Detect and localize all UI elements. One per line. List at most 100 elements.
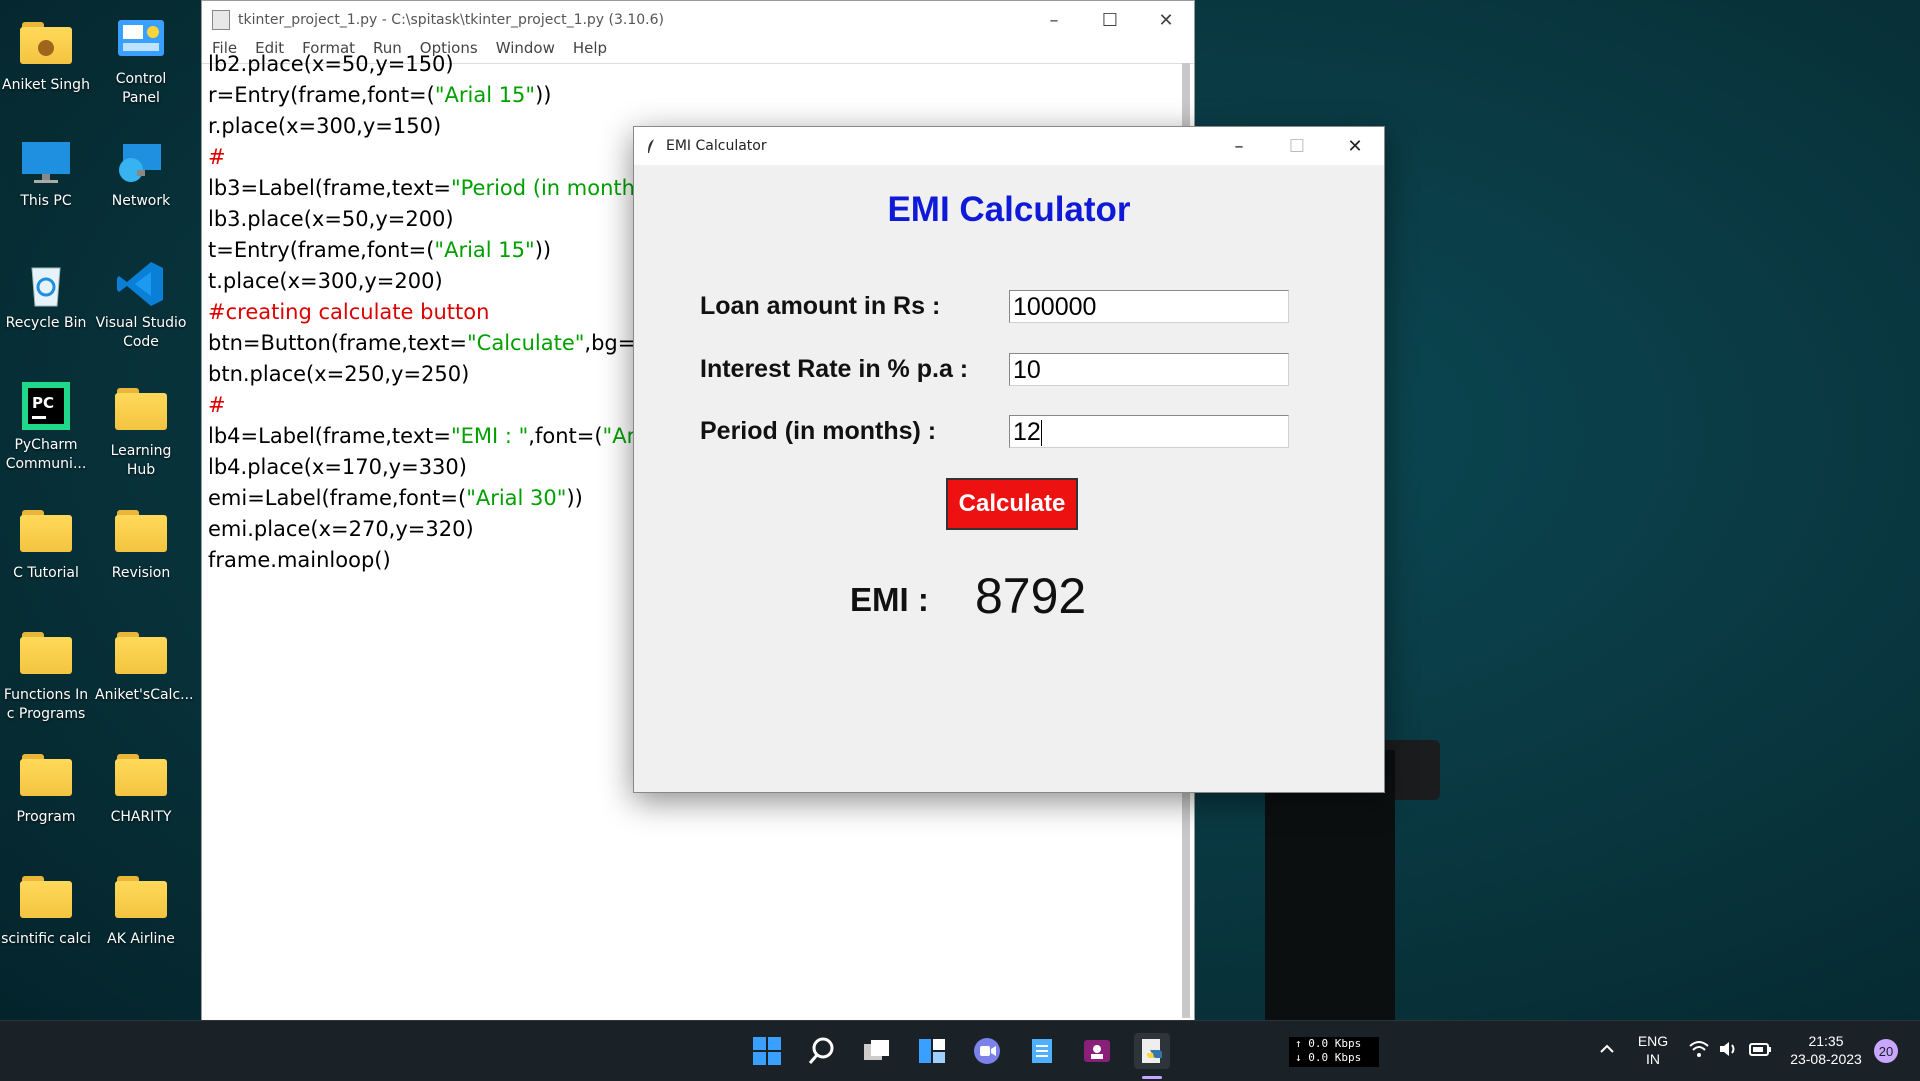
code-line: emi=Label(frame,font=("Arial 30")) (208, 486, 583, 510)
control-panel-icon (115, 16, 167, 64)
code-line: frame.mainloop() (208, 548, 391, 572)
desktop-icon[interactable]: Control Panel (95, 16, 187, 108)
code-line: btn.place(x=250,y=250) (208, 362, 470, 386)
desktop-icon[interactable]: Revision (95, 504, 187, 583)
loan-amount-input[interactable]: 100000 (1009, 290, 1289, 323)
code-line: # (208, 145, 226, 169)
code-line: #creating calculate button (208, 300, 490, 324)
desktop-icon-label: This PC (20, 193, 72, 209)
python-idle-icon[interactable] (1134, 1033, 1170, 1069)
desktop-icon[interactable]: This PC (0, 138, 92, 211)
code-line: lb4.place(x=170,y=330) (208, 455, 467, 479)
desktop-icon[interactable]: Learning Hub (95, 382, 187, 480)
code-line: lb3.place(x=50,y=200) (208, 207, 454, 231)
net-upload: ↑ 0.0 Kbps (1295, 1037, 1362, 1050)
minimize-icon[interactable]: – (1026, 1, 1082, 39)
lang-bottom: IN (1646, 1051, 1660, 1067)
code-line: t=Entry(frame,font=("Arial 15")) (208, 238, 552, 262)
notepad-icon[interactable] (1024, 1033, 1060, 1069)
python-file-icon (212, 10, 230, 30)
desktop-icon[interactable]: PC PyCharm Communi... (0, 382, 92, 474)
close-icon[interactable]: ✕ (1326, 127, 1384, 165)
folder-icon (20, 510, 72, 558)
editor-titlebar[interactable]: tkinter_project_1.py - C:\spitask\tkinte… (202, 1, 1194, 39)
vscode-icon (115, 260, 167, 308)
network-icon (115, 138, 167, 186)
clock[interactable]: 21:35 23-08-2023 (1784, 1032, 1868, 1068)
desktop-icon[interactable]: Functions In c Programs (0, 626, 92, 724)
network-speed-widget: ↑ 0.0 Kbps ↓ 0.0 Kbps (1289, 1037, 1379, 1067)
user-folder-icon (20, 22, 72, 70)
desktop-icon[interactable]: Visual Studio Code (95, 260, 187, 352)
folder-icon (115, 754, 167, 802)
maximize-icon[interactable]: ☐ (1082, 1, 1138, 39)
wifi-icon[interactable] (1688, 1040, 1710, 1062)
code-line: t.place(x=300,y=200) (208, 269, 443, 293)
close-icon[interactable]: ✕ (1138, 1, 1194, 39)
desktop-icon[interactable]: CHARITY (95, 748, 187, 827)
volume-icon[interactable] (1718, 1040, 1740, 1062)
emi-result-label: EMI : (850, 581, 929, 618)
desktop-icon[interactable]: Recycle Bin (0, 260, 92, 333)
folder-icon (20, 632, 72, 680)
notification-badge[interactable]: 20 (1874, 1039, 1898, 1063)
widgets-icon[interactable] (914, 1033, 950, 1069)
code-line: emi.place(x=270,y=320) (208, 517, 474, 541)
desktop-icon-label: Aniket Singh (2, 77, 90, 93)
desktop-icon[interactable]: Program (0, 748, 92, 827)
interest-rate-input[interactable]: 10 (1009, 353, 1289, 386)
chat-icon[interactable] (969, 1033, 1005, 1069)
taskbar (0, 1020, 1920, 1081)
code-line: btn=Button(frame,text="Calculate",bg="R (208, 331, 660, 355)
show-hidden-icons[interactable] (1598, 1040, 1616, 1062)
loan-amount-label: Loan amount in Rs : (700, 292, 941, 320)
code-area[interactable]: lb2.place(x=50,y=150) r=Entry(frame,font=… (208, 49, 660, 576)
search-icon[interactable] (804, 1033, 840, 1069)
emi-titlebar[interactable]: EMI Calculator – ☐ ✕ (634, 127, 1384, 165)
battery-icon[interactable] (1748, 1040, 1772, 1062)
desktop-icon[interactable]: C Tutorial (0, 504, 92, 583)
code-line: lb2.place(x=50,y=150) (208, 52, 454, 76)
desktop-icon-label: scintific calci (1, 931, 91, 947)
maximize-icon: ☐ (1288, 135, 1306, 157)
emi-window-title: EMI Calculator (666, 138, 767, 154)
minimize-icon[interactable]: – (1210, 127, 1268, 165)
clock-date: 23-08-2023 (1790, 1051, 1862, 1067)
language-indicator[interactable]: ENG IN (1636, 1032, 1670, 1068)
desktop-icon-label: Revision (111, 565, 171, 581)
desktop-icon[interactable]: Aniket'sCalc... (95, 626, 194, 705)
task-view-icon[interactable] (859, 1033, 895, 1069)
desktop-icon-label: CHARITY (110, 809, 172, 825)
editor-title: tkinter_project_1.py - C:\spitask\tkinte… (238, 12, 664, 28)
code-line: lb3=Label(frame,text="Period (in months) (208, 176, 655, 200)
recycle-bin-icon (20, 260, 72, 308)
lang-top: ENG (1637, 1033, 1669, 1049)
teams-icon[interactable] (1079, 1033, 1115, 1069)
calculate-button[interactable]: Calculate (946, 478, 1078, 530)
active-indicator (1142, 1076, 1162, 1079)
code-line: # (208, 393, 226, 417)
folder-icon (20, 876, 72, 924)
chevron-up-icon (1600, 1044, 1614, 1053)
folder-icon (115, 632, 167, 680)
desktop-icon-label: Visual Studio Code (95, 315, 187, 350)
desktop-icon[interactable]: scintific calci (0, 870, 92, 949)
emi-heading: EMI Calculator (887, 190, 1131, 229)
desktop-icon[interactable]: Aniket Singh (0, 16, 92, 95)
desktop-icon-label: Functions In c Programs (3, 687, 89, 722)
desktop-icon-label: Network (111, 193, 171, 209)
period-input[interactable]: 12 (1009, 415, 1289, 448)
desktop-icon-label: PyCharm Communi... (5, 437, 87, 472)
start-icon[interactable] (749, 1033, 785, 1069)
folder-icon (115, 510, 167, 558)
text-cursor (1040, 420, 1042, 447)
desktop-icon-label: Aniket'sCalc... (95, 687, 194, 703)
period-input-text: 12 (1013, 418, 1041, 446)
folder-icon (115, 388, 167, 436)
svg-text:PC: PC (32, 394, 54, 412)
emi-result-value: 8792 (975, 568, 1087, 624)
desktop-icon-label: Learning Hub (110, 443, 172, 478)
pycharm-icon: PC (20, 382, 72, 430)
desktop-icon[interactable]: Network (95, 138, 187, 211)
desktop-icon[interactable]: AK Airline (95, 870, 187, 949)
